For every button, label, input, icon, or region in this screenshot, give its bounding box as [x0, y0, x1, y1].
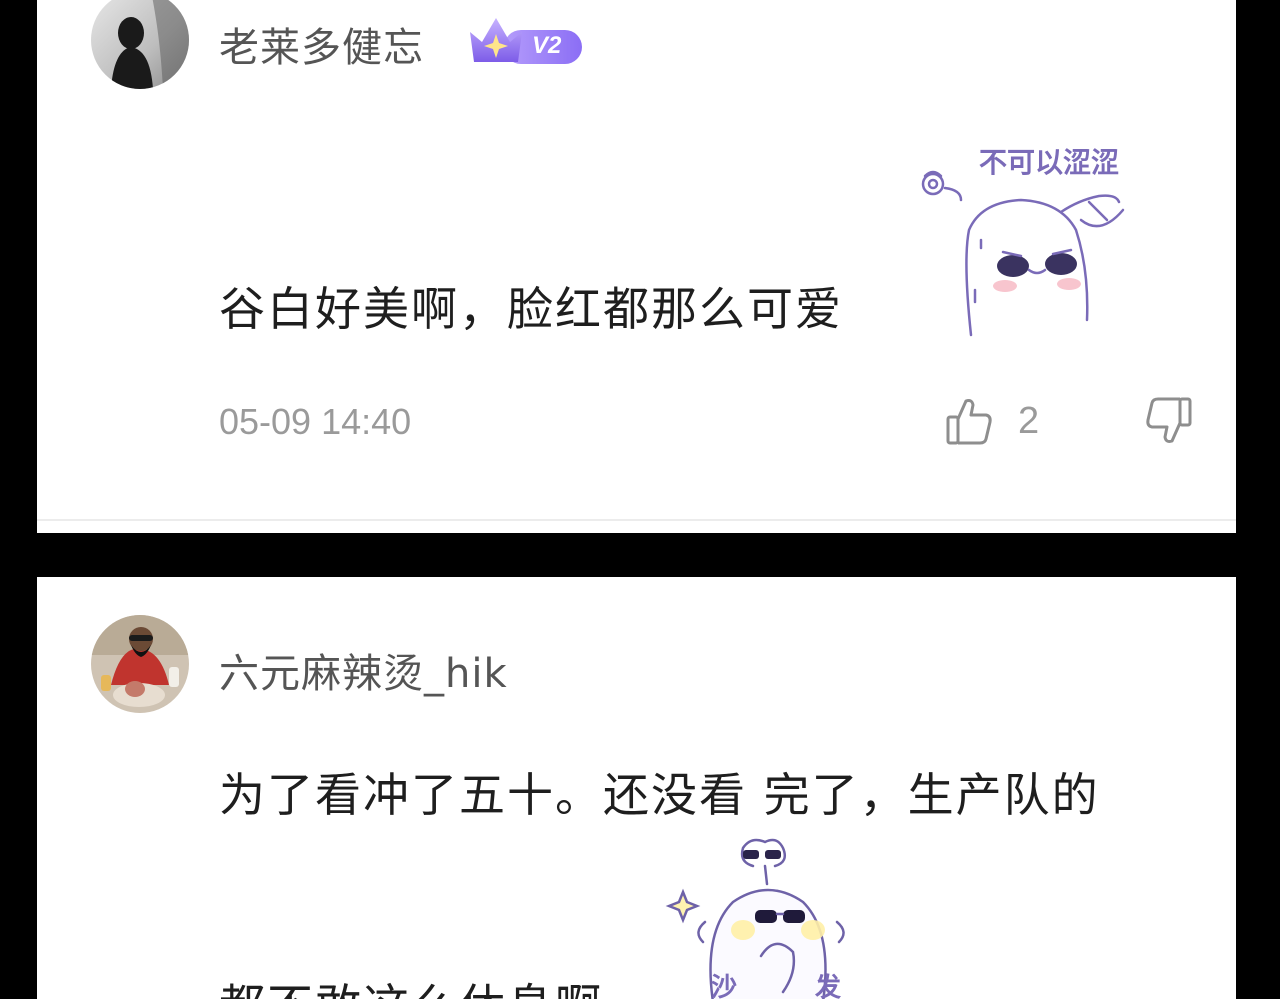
comment-text: 谷白好美啊，脸红都那么可爱	[219, 282, 843, 336]
sticker-caption-right: 发	[814, 972, 841, 999]
vip-badge: V2	[464, 12, 586, 68]
timestamp: 05-09 14:40	[219, 401, 412, 442]
dislike-button[interactable]	[1144, 395, 1194, 447]
like-count: 2	[1018, 400, 1040, 442]
sunglasses-potato-sticker: 沙 发	[643, 822, 853, 999]
username[interactable]: 老莱多健忘	[219, 15, 424, 73]
thumbs-down-icon	[1146, 397, 1192, 443]
comment-card: 老莱多健忘 V2 谷白好美啊，脸红都那么可爱 不可以涩涩 05-09 14:40…	[37, 0, 1236, 533]
sticker-caption: 不可以涩涩	[979, 146, 1119, 179]
shy-potato-sticker: 不可以涩涩	[911, 140, 1127, 340]
vip-level: V2	[532, 32, 562, 59]
comment-card: 六元麻辣烫_hik 为了看冲了五十。还没看 完了，生产队的 都不敢这么休息啊 沙…	[37, 577, 1236, 999]
comment-text: 为了看冲了五十。还没看 完了，生产队的	[219, 768, 1100, 822]
comment-text: 都不敢这么休息啊	[219, 970, 603, 999]
thumbs-up-icon	[946, 399, 992, 445]
sticker-caption-left: 沙	[711, 973, 737, 999]
divider	[37, 519, 1236, 521]
username[interactable]: 六元麻辣烫_hik	[219, 641, 508, 699]
avatar[interactable]	[91, 615, 189, 713]
like-button[interactable]	[944, 395, 994, 447]
avatar[interactable]	[91, 0, 189, 89]
